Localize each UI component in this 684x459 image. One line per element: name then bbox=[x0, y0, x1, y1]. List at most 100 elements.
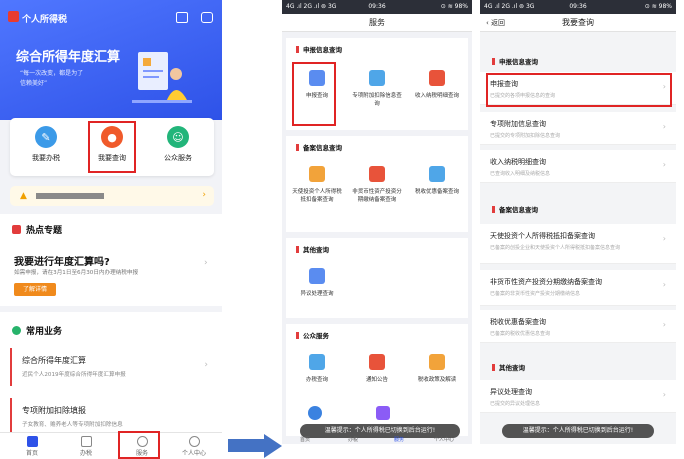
help-icon[interactable] bbox=[376, 406, 390, 420]
service-icon: ☺ bbox=[167, 126, 189, 148]
document-icon bbox=[429, 166, 445, 182]
list-item-angel-invest[interactable]: 天使投资个人所得税抵扣备案查询 已备案的创投企业和天使投资个人所得税抵扣备案信息查… bbox=[480, 224, 676, 264]
chevron-right-icon: › bbox=[662, 280, 666, 289]
notice-bar[interactable]: ▲ › bbox=[10, 186, 214, 206]
bell-icon: ▲ bbox=[20, 191, 27, 201]
tab-bar: 首页 办税 服务 个人中心 bbox=[282, 436, 472, 444]
highlight-box bbox=[118, 431, 160, 459]
user-icon bbox=[188, 436, 200, 447]
learn-more-button[interactable]: 了解详情 bbox=[14, 283, 56, 296]
search-doc-icon bbox=[369, 70, 385, 86]
section-other: 其他查询 异议处理查询 bbox=[286, 238, 468, 318]
section-public: 公众服务 办税查询 通知公告 税收政策及解读 bbox=[286, 324, 468, 436]
banner-illustration bbox=[132, 52, 192, 103]
search-doc-icon bbox=[369, 166, 385, 182]
banner[interactable]: 个人所得税 综合所得年度汇算 “每一次改变，都是为了 信赖美好” bbox=[0, 0, 222, 122]
section-title: 其他查询 bbox=[499, 364, 525, 372]
nav-bar: ‹ 返回 我要查询 bbox=[480, 14, 676, 32]
flow-arrow bbox=[228, 439, 266, 452]
grid-label: 天使投资个人所得税抵扣备案查询 bbox=[292, 189, 342, 203]
hot-question[interactable]: 我要进行年度汇算吗? bbox=[14, 253, 110, 268]
tab-label: 办税 bbox=[79, 450, 92, 457]
grid-item-angel-invest[interactable]: 天使投资个人所得税抵扣备案查询 bbox=[290, 166, 344, 204]
message-icon[interactable] bbox=[201, 12, 213, 23]
grid-item-nonmonetary[interactable]: 非货币性资产投资分期缴纳备案查询 bbox=[350, 166, 404, 204]
battery-text: ⊙ ≋ 98% bbox=[440, 3, 468, 10]
grid-label: 非货币性资产投资分期缴纳备案查询 bbox=[352, 189, 402, 203]
biz-item-deduction[interactable]: 专项附加扣除填报 子女教育、赡养老人等专项附加扣除信息 bbox=[10, 398, 214, 436]
section-heading: 公众服务 bbox=[296, 330, 329, 340]
row-sub: 已查询收入明细及纳税信息 bbox=[490, 171, 551, 177]
back-button[interactable]: ‹ 返回 bbox=[486, 14, 505, 32]
list-item-special-info[interactable]: 专项附加信息查询 已提交的专项附加扣除信息查询 › bbox=[480, 112, 676, 145]
document-icon bbox=[309, 166, 325, 182]
biz-item-sub: 子女教育、赡养老人等专项附加扣除信息 bbox=[22, 422, 123, 428]
tab-bar: 首页 办税 服务 个人中心 bbox=[0, 432, 222, 459]
biz-item-annual[interactable]: 综合所得年度汇算 近民个人2019年度综合所得年度汇算申报 › bbox=[10, 348, 214, 386]
common-title: 常用业务 bbox=[26, 327, 63, 337]
section-title: 其他查询 bbox=[303, 246, 329, 254]
grid-item-dispute[interactable]: 异议处理查询 bbox=[290, 268, 344, 298]
document-icon bbox=[80, 436, 92, 447]
list-item-nonmonetary[interactable]: 非货币性资产投资分期缴纳备案查询 已备案的非货币性资产投资分期缴纳信息 › bbox=[480, 270, 676, 306]
grid-item-income-detail[interactable]: 收入纳税明细查询 bbox=[410, 70, 464, 100]
biz-item-title: 专项附加扣除填报 bbox=[22, 406, 86, 415]
section-title: 公众服务 bbox=[303, 332, 329, 340]
list-item-tax-favor[interactable]: 税收优惠备案查询 已备案的税收优惠信息查询 › bbox=[480, 310, 676, 343]
query-screen: 4G .ıl 2G .ıl ⊚ 3G 09:36 ⊙ ≋ 98% ‹ 返回 我要… bbox=[480, 0, 676, 444]
chevron-right-icon: › bbox=[662, 160, 666, 169]
row-title: 非货币性资产投资分期缴纳备案查询 bbox=[490, 278, 602, 286]
tab-home[interactable]: 首页 bbox=[12, 436, 52, 457]
grid-label: 通知公告 bbox=[365, 377, 388, 383]
list-item-income-detail[interactable]: 收入纳税明细查询 已查询收入明细及纳税信息 › bbox=[480, 150, 676, 183]
grid-label: 专项附加扣除信息查询 bbox=[352, 93, 402, 107]
grid-label: 收入纳税明细查询 bbox=[414, 93, 459, 99]
tab-tax[interactable]: 办税 bbox=[66, 436, 106, 457]
banner-slogan-1: “每一次改变，都是为了 bbox=[20, 70, 84, 77]
pen-icon: ✎ bbox=[35, 126, 57, 148]
nav-bar: 服务 bbox=[282, 14, 472, 32]
section-title: 申报信息查询 bbox=[303, 46, 342, 54]
section-heading: 备案信息查询 bbox=[296, 142, 342, 152]
book-icon bbox=[429, 354, 445, 370]
grid-item-notice[interactable]: 通知公告 bbox=[350, 354, 404, 384]
list-item-dispute[interactable]: 异议处理查询 已提交的异议处理信息 › bbox=[480, 380, 676, 413]
row-sub: 已备案的非货币性资产投资分期缴纳信息 bbox=[490, 291, 581, 297]
edit-icon[interactable] bbox=[308, 406, 322, 420]
grid-label: 异议处理查询 bbox=[300, 291, 334, 297]
section-title: 备案信息查询 bbox=[303, 144, 342, 152]
highlight-box bbox=[88, 121, 136, 173]
status-bar: 4G .ıl 2G .ıl ⊚ 3G 09:36 ⊙ ≋ 98% bbox=[282, 0, 472, 14]
tab-profile[interactable]: 个人中心 bbox=[174, 436, 214, 457]
section-heading: 申报信息查询 bbox=[296, 44, 342, 54]
home-icon bbox=[26, 436, 38, 447]
quick-service-button[interactable]: ☺ 公众服务 bbox=[148, 126, 208, 163]
grid-item-special-deduction[interactable]: 专项附加扣除信息查询 bbox=[350, 70, 404, 108]
nav-title: 服务 bbox=[369, 18, 385, 27]
grid-item-office-query[interactable]: 办税查询 bbox=[290, 354, 344, 384]
location-icon bbox=[309, 354, 325, 370]
row-sub: 已提交的专项附加扣除信息查询 bbox=[490, 133, 561, 139]
tab-service[interactable]: 服务 bbox=[394, 436, 404, 443]
tab-tax[interactable]: 办税 bbox=[348, 436, 358, 443]
hot-topics-title: 热点专题 bbox=[26, 226, 63, 236]
biz-item-sub: 近民个人2019年度综合所得年度汇算申报 bbox=[22, 372, 126, 378]
shield-icon bbox=[429, 70, 445, 86]
row-title: 异议处理查询 bbox=[490, 388, 532, 396]
banner-title: 综合所得年度汇算 bbox=[16, 50, 121, 65]
section-title: 申报信息查询 bbox=[499, 58, 538, 66]
nav-title: 我要查询 bbox=[562, 18, 594, 27]
chevron-right-icon: › bbox=[204, 258, 208, 268]
biz-item-title: 综合所得年度汇算 bbox=[22, 356, 86, 365]
grid-item-policy[interactable]: 税收政策及解读 bbox=[410, 354, 464, 384]
tab-profile[interactable]: 个人中心 bbox=[434, 436, 454, 443]
grid-item-tax-favor[interactable]: 税收优惠备案查询 bbox=[410, 166, 464, 196]
quick-tax-button[interactable]: ✎ 我要办税 bbox=[16, 126, 76, 163]
row-sub: 已备案的税收优惠信息查询 bbox=[490, 331, 551, 337]
hot-topics-heading: 热点专题 bbox=[12, 223, 62, 236]
quick-service-label: 公众服务 bbox=[164, 154, 192, 162]
section-title: 备案信息查询 bbox=[499, 206, 538, 214]
row-title: 税收优惠备案查询 bbox=[490, 318, 546, 326]
tab-home[interactable]: 首页 bbox=[300, 436, 310, 443]
scan-icon[interactable] bbox=[176, 12, 188, 23]
